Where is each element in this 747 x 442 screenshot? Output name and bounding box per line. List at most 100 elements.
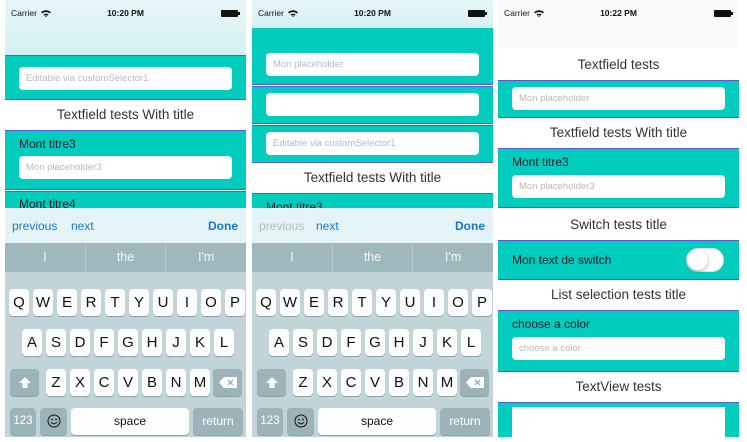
delete-key[interactable] (460, 369, 489, 396)
placeholder-field[interactable]: Mon placeholder (266, 53, 479, 76)
key-z[interactable]: Z (293, 369, 313, 396)
space-key[interactable]: space (71, 408, 189, 435)
return-key[interactable]: return (193, 408, 243, 435)
key-y[interactable]: Y (129, 289, 149, 316)
placeholder3-field[interactable]: Mon placeholder3 (19, 156, 232, 179)
key-x[interactable]: X (70, 369, 90, 396)
key-r[interactable]: R (328, 289, 348, 316)
key-z[interactable]: Z (46, 369, 66, 396)
previous-button[interactable]: previous (12, 219, 57, 233)
numbers-key[interactable]: 123 (10, 408, 36, 435)
keyboard: I the I'm 123 space return QWERTYUIOPASD… (252, 243, 493, 437)
key-a[interactable]: A (22, 329, 42, 356)
delete-key[interactable] (213, 369, 242, 396)
key-w[interactable]: W (280, 289, 300, 316)
done-button[interactable]: Done (208, 219, 238, 233)
suggestion[interactable]: I'm (166, 243, 246, 272)
key-c[interactable]: C (94, 369, 114, 396)
next-button[interactable]: next (71, 219, 94, 233)
key-t[interactable]: T (105, 289, 125, 316)
key-u[interactable]: U (400, 289, 420, 316)
key-l[interactable]: L (461, 329, 481, 356)
key-j[interactable]: J (166, 329, 186, 356)
key-v[interactable]: V (365, 369, 385, 396)
key-u[interactable]: U (153, 289, 173, 316)
textfield-row-empty (252, 86, 493, 124)
key-i[interactable]: I (424, 289, 444, 316)
key-k[interactable]: K (437, 329, 457, 356)
key-t[interactable]: T (352, 289, 372, 316)
switch-toggle[interactable] (686, 248, 724, 272)
placeholder-field[interactable]: Mon placeholder (512, 87, 725, 110)
battery-icon (468, 10, 487, 17)
shift-key[interactable] (257, 369, 286, 396)
emoji-key[interactable] (40, 408, 67, 435)
suggestion[interactable]: I'm (413, 243, 493, 272)
field-title-3: Mont titre3 (19, 137, 76, 151)
key-d[interactable]: D (317, 329, 337, 356)
key-c[interactable]: C (341, 369, 361, 396)
key-h[interactable]: H (142, 329, 162, 356)
battery-icon (714, 10, 733, 17)
space-key[interactable]: space (318, 408, 436, 435)
suggestion[interactable]: I (252, 243, 333, 272)
key-f[interactable]: F (94, 329, 114, 356)
key-d[interactable]: D (70, 329, 90, 356)
textview[interactable] (512, 407, 725, 437)
key-q[interactable]: Q (256, 289, 276, 316)
empty-field[interactable] (266, 93, 479, 116)
key-o[interactable]: O (448, 289, 468, 316)
key-n[interactable]: N (413, 369, 433, 396)
choose-color-field[interactable]: choose a color (512, 337, 725, 360)
key-r[interactable]: R (81, 289, 101, 316)
key-s[interactable]: S (293, 329, 313, 356)
key-x[interactable]: X (317, 369, 337, 396)
key-p[interactable]: P (472, 289, 492, 316)
key-j[interactable]: J (413, 329, 433, 356)
section-header-switch: Switch tests title (498, 209, 739, 240)
key-q[interactable]: Q (9, 289, 29, 316)
key-e[interactable]: E (304, 289, 324, 316)
key-p[interactable]: P (225, 289, 245, 316)
key-i[interactable]: I (177, 289, 197, 316)
key-e[interactable]: E (57, 289, 77, 316)
customselector-field[interactable]: Editable via customSelector1 (19, 67, 232, 90)
placeholder3-field[interactable]: Mon placeholder3 (512, 175, 725, 198)
status-bar: Carrier 10:22 PM (498, 0, 739, 28)
key-m[interactable]: M (437, 369, 457, 396)
suggestion[interactable]: the (86, 243, 167, 272)
key-o[interactable]: O (201, 289, 221, 316)
key-f[interactable]: F (341, 329, 361, 356)
list-selection-row: choose a color choose a color (498, 310, 739, 372)
key-n[interactable]: N (166, 369, 186, 396)
next-button[interactable]: next (316, 219, 339, 233)
key-g[interactable]: G (118, 329, 138, 356)
key-m[interactable]: M (190, 369, 210, 396)
key-y[interactable]: Y (376, 289, 396, 316)
textfield-row: Editable via customSelector1 (5, 55, 246, 100)
shift-key[interactable] (10, 369, 39, 396)
key-l[interactable]: L (214, 329, 234, 356)
suggestion[interactable]: I (5, 243, 86, 272)
done-button[interactable]: Done (455, 219, 485, 233)
key-g[interactable]: G (365, 329, 385, 356)
switch-row: Mon text de switch (498, 240, 739, 280)
key-a[interactable]: A (269, 329, 289, 356)
return-key[interactable]: return (440, 408, 490, 435)
key-k[interactable]: K (190, 329, 210, 356)
suggestion[interactable]: the (333, 243, 414, 272)
customselector-field[interactable]: Editable via customSelector1 (266, 132, 479, 155)
delete-icon (465, 377, 484, 388)
previous-button[interactable]: previous (259, 219, 304, 233)
key-v[interactable]: V (118, 369, 138, 396)
key-s[interactable]: S (46, 329, 66, 356)
key-b[interactable]: B (142, 369, 162, 396)
screen-2: Carrier 10:20 PM Mon placeholder Editabl… (252, 0, 493, 437)
textfield-row: Mon placeholder (252, 28, 493, 85)
numbers-key[interactable]: 123 (257, 408, 283, 435)
key-w[interactable]: W (33, 289, 53, 316)
key-h[interactable]: H (389, 329, 409, 356)
key-b[interactable]: B (389, 369, 409, 396)
emoji-key[interactable] (287, 408, 314, 435)
status-time: 10:20 PM (354, 8, 391, 18)
